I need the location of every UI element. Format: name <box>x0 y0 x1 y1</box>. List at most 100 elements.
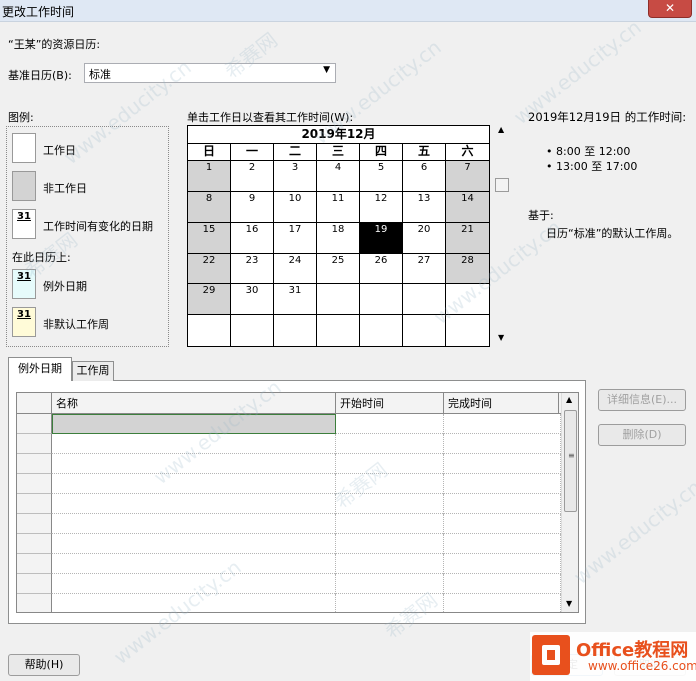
calendar-day-cell[interactable] <box>360 284 403 316</box>
calendar-day-cell[interactable] <box>231 315 274 346</box>
calendar-day-cell[interactable]: 7 <box>446 161 489 192</box>
calendar-day-cell[interactable]: 23 <box>231 253 274 285</box>
table-scrollbar[interactable]: ▲ ≡ ▼ <box>561 393 578 612</box>
table-row[interactable] <box>17 434 561 454</box>
details-button[interactable]: 详细信息(E)... <box>598 389 686 411</box>
calendar-day-cell[interactable] <box>274 315 317 346</box>
table-scroll-thumb[interactable]: ≡ <box>564 410 577 512</box>
calendar-day-cell[interactable]: 9 <box>231 191 274 223</box>
cell-start[interactable] <box>336 594 444 612</box>
row-header[interactable] <box>17 454 52 474</box>
column-header-start[interactable]: 开始时间 <box>336 393 444 413</box>
calendar-day-cell[interactable]: 18 <box>317 222 360 254</box>
base-calendar-select[interactable]: 标准 ▼ <box>84 63 336 83</box>
cell-name[interactable] <box>52 534 336 554</box>
row-header[interactable] <box>17 594 52 612</box>
scroll-up-icon[interactable]: ▲ <box>566 395 572 404</box>
column-header-name[interactable]: 名称 <box>52 393 336 413</box>
cell-name[interactable] <box>52 514 336 534</box>
cell-finish[interactable] <box>444 594 561 612</box>
tab-exceptions[interactable]: 例外日期 <box>8 357 72 381</box>
calendar-day-cell[interactable] <box>317 315 360 346</box>
row-header[interactable] <box>17 434 52 454</box>
cell-start[interactable] <box>336 534 444 554</box>
calendar-day-cell[interactable]: 30 <box>231 284 274 316</box>
cell-finish[interactable] <box>444 494 561 514</box>
cell-start[interactable] <box>336 574 444 594</box>
calendar-day-cell[interactable]: 14 <box>446 191 489 223</box>
calendar-day-cell[interactable] <box>403 315 446 346</box>
table-row[interactable] <box>17 414 561 434</box>
cell-name[interactable] <box>52 554 336 574</box>
calendar-day-cell[interactable]: 25 <box>317 253 360 285</box>
calendar-day-cell[interactable] <box>403 284 446 316</box>
delete-button[interactable]: 删除(D) <box>598 424 686 446</box>
calendar-scrollbar[interactable]: ▲ ▼ <box>494 125 510 347</box>
cell-name[interactable] <box>52 454 336 474</box>
calendar-day-cell[interactable]: 17 <box>274 222 317 254</box>
cell-finish[interactable] <box>444 534 561 554</box>
cell-start[interactable] <box>336 514 444 534</box>
calendar-day-cell[interactable]: 21 <box>446 222 489 254</box>
cell-finish[interactable] <box>444 554 561 574</box>
calendar-day-cell[interactable] <box>188 315 231 346</box>
calendar-day-cell[interactable]: 27 <box>403 253 446 285</box>
column-header-finish[interactable]: 完成时间 <box>444 393 559 413</box>
cell-name[interactable] <box>52 594 336 612</box>
calendar-day-cell[interactable]: 19 <box>360 222 403 254</box>
calendar-day-cell[interactable] <box>446 315 489 346</box>
table-row[interactable] <box>17 454 561 474</box>
row-header[interactable] <box>17 514 52 534</box>
calendar-day-cell[interactable]: 13 <box>403 191 446 223</box>
cell-start[interactable] <box>336 454 444 474</box>
row-header[interactable] <box>17 554 52 574</box>
calendar-day-cell[interactable]: 2 <box>231 161 274 192</box>
calendar-day-cell[interactable]: 6 <box>403 161 446 192</box>
cell-start[interactable] <box>336 414 444 434</box>
exceptions-table[interactable]: 名称 开始时间 完成时间 ▲ ≡ ▼ <box>16 392 579 613</box>
row-header[interactable] <box>17 534 52 554</box>
calendar-day-cell[interactable]: 31 <box>274 284 317 316</box>
cell-finish[interactable] <box>444 474 561 494</box>
table-row[interactable] <box>17 554 561 574</box>
calendar-day-cell[interactable]: 24 <box>274 253 317 285</box>
row-header[interactable] <box>17 414 52 434</box>
calendar-day-cell[interactable] <box>446 284 489 316</box>
cell-finish[interactable] <box>444 434 561 454</box>
cell-finish[interactable] <box>444 414 561 434</box>
cell-finish[interactable] <box>444 454 561 474</box>
tab-work-weeks[interactable]: 工作周 <box>72 361 114 381</box>
cell-start[interactable] <box>336 554 444 574</box>
cell-name[interactable] <box>52 574 336 594</box>
table-row[interactable] <box>17 534 561 554</box>
calendar-day-cell[interactable]: 16 <box>231 222 274 254</box>
cell-name[interactable] <box>52 414 336 434</box>
scroll-up-icon[interactable]: ▲ <box>498 125 504 134</box>
help-button[interactable]: 帮助(H) <box>8 654 80 676</box>
cell-start[interactable] <box>336 494 444 514</box>
cell-start[interactable] <box>336 474 444 494</box>
calendar-day-cell[interactable]: 15 <box>188 222 231 254</box>
month-calendar[interactable]: 2019年12月 日 一 二 三 四 五 六 1 2 3 4 5 6 7 8 9 10 11 12 13… <box>187 125 490 347</box>
scroll-down-icon[interactable]: ▼ <box>498 333 504 342</box>
row-header[interactable] <box>17 574 52 594</box>
cell-name[interactable] <box>52 434 336 454</box>
table-row[interactable] <box>17 574 561 594</box>
cell-start[interactable] <box>336 434 444 454</box>
cell-name[interactable] <box>52 474 336 494</box>
cell-name[interactable] <box>52 494 336 514</box>
scroll-down-icon[interactable]: ▼ <box>566 599 572 608</box>
calendar-day-cell[interactable]: 22 <box>188 253 231 285</box>
calendar-day-cell[interactable]: 5 <box>360 161 403 192</box>
row-header[interactable] <box>17 474 52 494</box>
calendar-day-cell[interactable]: 3 <box>274 161 317 192</box>
table-row[interactable] <box>17 474 561 494</box>
table-row[interactable] <box>17 494 561 514</box>
calendar-day-cell[interactable]: 12 <box>360 191 403 223</box>
calendar-day-cell[interactable]: 26 <box>360 253 403 285</box>
calendar-day-cell[interactable]: 29 <box>188 284 231 316</box>
table-row[interactable] <box>17 594 561 612</box>
calendar-day-cell[interactable] <box>360 315 403 346</box>
cell-finish[interactable] <box>444 514 561 534</box>
calendar-day-cell[interactable]: 28 <box>446 253 489 285</box>
